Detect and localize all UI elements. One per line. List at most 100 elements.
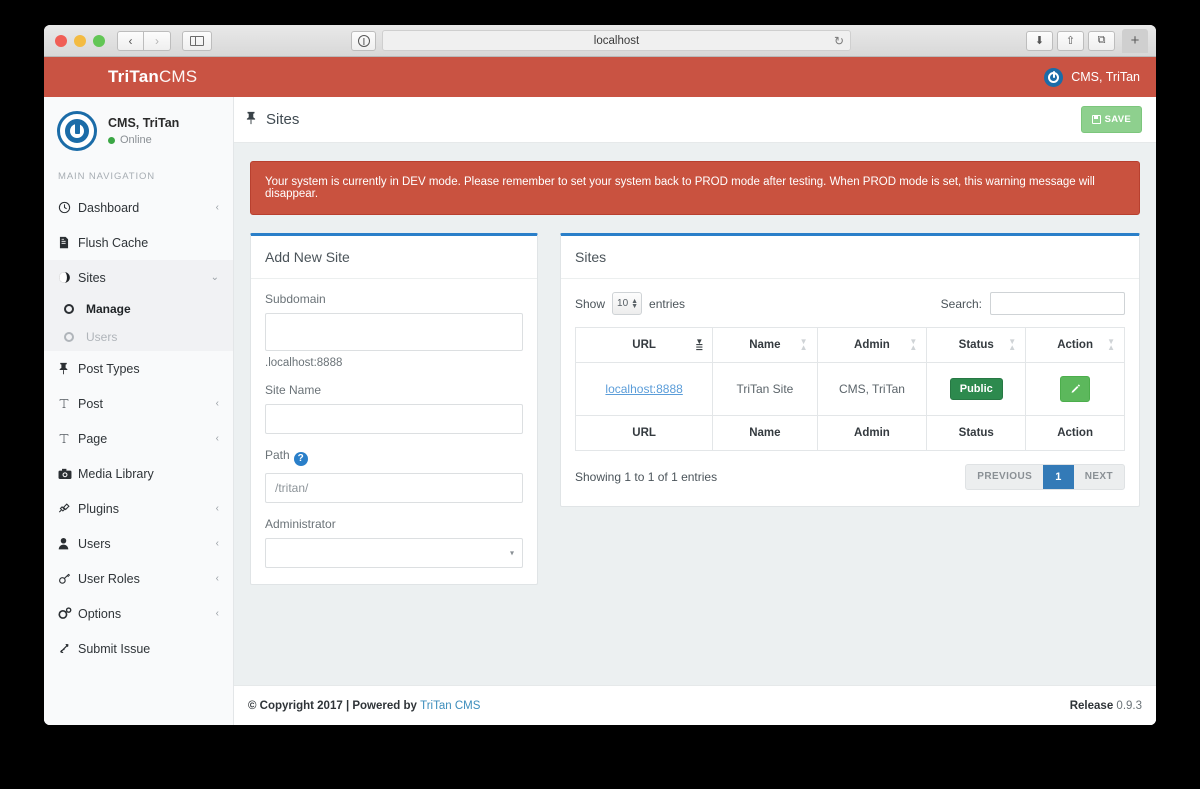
- column-header-name[interactable]: Name ▼▲: [713, 328, 817, 363]
- forward-icon[interactable]: ›: [144, 31, 171, 51]
- administrator-select[interactable]: ▾: [265, 538, 523, 568]
- chevron-down-icon: ⌄: [211, 272, 219, 283]
- pagination-page-1[interactable]: 1: [1043, 465, 1074, 489]
- sidebar-item-site-users[interactable]: Users: [44, 323, 233, 351]
- datatable-footer: Showing 1 to 1 of 1 entries PREVIOUS 1 N…: [575, 464, 1125, 490]
- chevron-left-icon: ‹: [216, 608, 219, 619]
- plug-icon: [58, 502, 78, 515]
- question-icon[interactable]: ?: [294, 452, 308, 466]
- sidebar-item-media-library[interactable]: Media Library: [44, 456, 233, 491]
- save-button[interactable]: SAVE: [1081, 106, 1142, 133]
- page-length-select[interactable]: 10 ▲▼: [612, 292, 642, 315]
- sidebar-profile[interactable]: CMS, TriTan Online: [44, 97, 233, 167]
- pagination: PREVIOUS 1 NEXT: [965, 464, 1125, 490]
- window-controls[interactable]: [55, 35, 105, 47]
- sidebar-item-users[interactable]: Users ‹: [44, 526, 233, 561]
- sites-panel-body: Show 10 ▲▼ entries Search:: [561, 279, 1139, 506]
- column-header-action[interactable]: Action ▼▲: [1026, 328, 1125, 363]
- column-label: URL: [632, 339, 656, 351]
- avatar: [57, 111, 97, 151]
- sidebar-item-label: Users: [86, 330, 219, 344]
- main-content: Sites SAVE Your system is currently in D…: [234, 97, 1156, 725]
- topbar-user-menu[interactable]: CMS, TriTan: [1044, 68, 1140, 87]
- edit-site-button[interactable]: [1060, 376, 1090, 402]
- info-icon[interactable]: [351, 31, 376, 51]
- pencil-icon: [1070, 384, 1081, 395]
- user-icon: [58, 537, 78, 550]
- sites-table-foot: URL Name Admin Status Action: [576, 416, 1125, 451]
- camera-icon: [58, 468, 78, 480]
- sidebar-item-post-types[interactable]: Post Types: [44, 351, 233, 386]
- bug-icon: [58, 642, 78, 655]
- site-name-input[interactable]: [265, 404, 523, 434]
- page-header: Sites SAVE: [234, 97, 1156, 143]
- sidebar-item-flush-cache[interactable]: Flush Cache: [44, 225, 233, 260]
- administrator-label: Administrator: [265, 517, 523, 531]
- sort-icon: ▼☰: [695, 339, 703, 351]
- search-input[interactable]: [990, 292, 1125, 315]
- subdomain-input[interactable]: [265, 313, 523, 351]
- maximize-window-button[interactable]: [93, 35, 105, 47]
- pin-icon: [245, 111, 257, 129]
- footer-col-status: Status: [927, 416, 1026, 451]
- table-row[interactable]: localhost:8888 TriTan Site CMS, TriTan P…: [576, 363, 1125, 416]
- sidebar-item-manage[interactable]: Manage: [44, 295, 233, 323]
- pagination-next[interactable]: NEXT: [1074, 465, 1124, 489]
- app-footer: © Copyright 2017 | Powered by TriTan CMS…: [234, 685, 1156, 725]
- sidebar-item-user-roles[interactable]: User Roles ‹: [44, 561, 233, 596]
- sites-table-body: localhost:8888 TriTan Site CMS, TriTan P…: [576, 363, 1125, 416]
- path-input[interactable]: [265, 473, 523, 503]
- footer-link[interactable]: TriTan CMS: [420, 700, 480, 712]
- sidebar-item-sites[interactable]: Sites ⌄: [44, 260, 233, 295]
- reload-icon[interactable]: ↻: [834, 34, 844, 48]
- site-url-link[interactable]: localhost:8888: [605, 382, 682, 396]
- add-site-title: Add New Site: [251, 236, 537, 279]
- close-window-button[interactable]: [55, 35, 67, 47]
- add-new-site-panel: Add New Site Subdomain .localhost:8888 S…: [250, 233, 538, 585]
- cms-app: TriTanCMS CMS, TriTan CMS, TriTan Online: [44, 57, 1156, 725]
- pagination-previous[interactable]: PREVIOUS: [966, 465, 1043, 489]
- column-header-status[interactable]: Status ▼▲: [927, 328, 1026, 363]
- circle-icon: [64, 304, 86, 314]
- sidebar-item-submit-issue[interactable]: Submit Issue: [44, 631, 233, 666]
- url-input[interactable]: localhost ↻: [382, 30, 851, 51]
- sidebar-item-plugins[interactable]: Plugins ‹: [44, 491, 233, 526]
- column-header-admin[interactable]: Admin ▼▲: [817, 328, 927, 363]
- file-icon: [58, 236, 78, 249]
- browser-nav-buttons[interactable]: ‹ ›: [117, 31, 171, 51]
- cell-status: Public: [927, 363, 1026, 416]
- app-brand[interactable]: TriTanCMS: [60, 67, 197, 87]
- sort-icon: ▼▲: [800, 339, 808, 351]
- table-footer-row: URL Name Admin Status Action: [576, 416, 1125, 451]
- footer-copyright: © Copyright 2017 |: [248, 700, 352, 712]
- brand-light: CMS: [159, 67, 197, 86]
- footer-col-action: Action: [1026, 416, 1125, 451]
- entries-label: entries: [649, 297, 685, 311]
- administrator-input[interactable]: [265, 538, 523, 568]
- sort-icon: ▼▲: [1107, 339, 1115, 351]
- sites-panel-title: Sites: [561, 236, 1139, 279]
- download-icon[interactable]: ⬇: [1026, 31, 1053, 51]
- chevron-left-icon: ‹: [216, 573, 219, 584]
- minimize-window-button[interactable]: [74, 35, 86, 47]
- sidebar-toggle-icon[interactable]: [182, 31, 212, 51]
- footer-col-admin: Admin: [817, 416, 927, 451]
- page-title-label: Sites: [266, 111, 299, 128]
- new-tab-button[interactable]: +: [1122, 29, 1148, 53]
- topbar-user-label: CMS, TriTan: [1071, 70, 1140, 84]
- sidebar-item-page[interactable]: Page ‹: [44, 421, 233, 456]
- sidebar-item-dashboard[interactable]: Dashboard ‹: [44, 190, 233, 225]
- footer-col-name: Name: [713, 416, 817, 451]
- back-icon[interactable]: ‹: [117, 31, 144, 51]
- share-icon[interactable]: ⇧: [1057, 31, 1084, 51]
- profile-status-label: Online: [120, 134, 152, 146]
- sidebar-item-options[interactable]: Options ‹: [44, 596, 233, 631]
- column-header-url[interactable]: URL ▼☰: [576, 328, 713, 363]
- profile-status: Online: [108, 134, 179, 146]
- path-label: Path?: [265, 448, 523, 466]
- sidebar-item-label: Dashboard: [78, 201, 216, 215]
- sidebar-item-label: Options: [78, 607, 216, 621]
- sidebar-item-post[interactable]: Post ‹: [44, 386, 233, 421]
- sidebar-item-label: Post: [78, 397, 216, 411]
- tab-overview-icon[interactable]: ⧉: [1088, 31, 1115, 51]
